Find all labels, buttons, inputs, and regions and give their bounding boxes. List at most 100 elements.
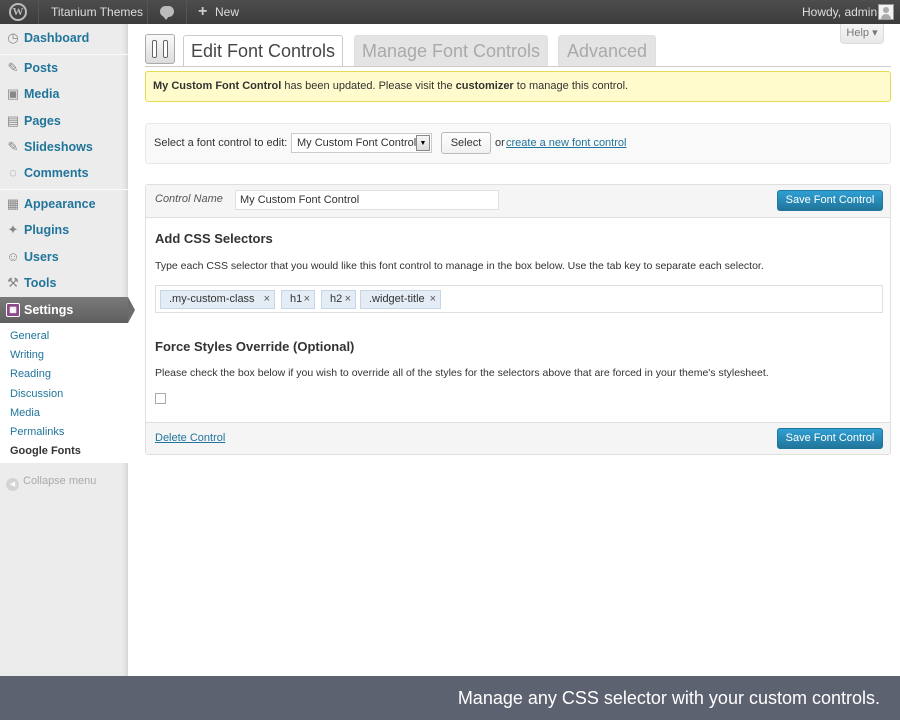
sidebar-item-plugins[interactable]: ✦ Plugins [0, 217, 128, 243]
remove-tag-icon[interactable]: × [304, 291, 310, 308]
sidebar-item-tools[interactable]: ⚒ Tools [0, 270, 128, 296]
customizer-link[interactable]: customizer [456, 80, 514, 92]
sidebar-item-label: Media [24, 87, 60, 101]
site-name-link[interactable]: Titanium Themes [51, 0, 143, 24]
sidebar-item-label: Slideshows [24, 140, 93, 154]
plus-icon: + [198, 3, 208, 20]
admin-bar-divider [38, 0, 39, 24]
submenu-item-media[interactable]: Media [10, 407, 40, 419]
admin-bar-divider [186, 0, 187, 24]
tools-icon: ⚒ [7, 275, 19, 290]
submenu-item-general[interactable]: General [10, 330, 49, 342]
remove-tag-icon[interactable]: × [345, 291, 351, 308]
pin-icon: ✎ [7, 60, 19, 75]
selector-tag[interactable]: .widget-title × [360, 290, 441, 309]
font-controls-page-icon [145, 34, 175, 64]
tab-advanced[interactable]: Advanced [558, 35, 656, 66]
remove-tag-icon[interactable]: × [430, 291, 436, 308]
tab-divider [145, 66, 891, 67]
new-content-link[interactable]: New [215, 0, 239, 24]
media-icon: ▣ [6, 86, 20, 101]
slideshow-icon: ✎ [7, 139, 19, 154]
sidebar-item-label: Pages [24, 114, 61, 128]
submenu-item-reading[interactable]: Reading [10, 368, 51, 380]
sidebar-item-media[interactable]: ▣ Media [0, 81, 128, 107]
settings-submenu: General Writing Reading Discussion Media… [0, 323, 128, 463]
selector-tag-label: .widget-title [369, 293, 425, 305]
notice-text: has been updated. Please visit the [284, 80, 453, 92]
selector-tag[interactable]: h2 × [321, 290, 356, 309]
select-label: Select a font control to edit: [154, 137, 288, 149]
css-selectors-input[interactable]: .my-custom-class × h1 × h2 × .widget-tit… [155, 285, 883, 313]
collapse-menu-button[interactable]: ◀ Collapse menu [6, 475, 96, 491]
sidebar-item-label: Tools [24, 276, 57, 290]
admin-bar: W Titanium Themes + New Howdy, admin [0, 0, 900, 24]
admin-sidebar: ◷ Dashboard ✎ Posts ▣ Media ▤ Pages ✎ Sl… [0, 24, 135, 676]
delete-control-link[interactable]: Delete Control [155, 432, 225, 444]
save-font-control-button[interactable]: Save Font Control [777, 190, 883, 211]
sidebar-item-label: Posts [24, 61, 59, 75]
sidebar-item-settings[interactable]: ▦ Settings [0, 297, 135, 323]
plugin-icon: ✦ [7, 222, 19, 237]
menu-separator [0, 189, 128, 190]
force-override-description: Please check the box below if you wish t… [155, 367, 769, 379]
save-font-control-button[interactable]: Save Font Control [777, 428, 883, 449]
css-selectors-description: Type each CSS selector that you would li… [155, 260, 764, 272]
selector-tag[interactable]: .my-custom-class × [160, 290, 275, 309]
create-font-control-link[interactable]: create a new font control [506, 137, 626, 149]
notice-control-name: My Custom Font Control [153, 80, 282, 92]
comments-icon[interactable] [160, 6, 174, 20]
tab-edit-font-controls[interactable]: Edit Font Controls [183, 35, 343, 67]
submenu-item-permalinks[interactable]: Permalinks [10, 426, 64, 438]
collapse-arrow-icon: ◀ [6, 478, 19, 491]
remove-tag-icon[interactable]: × [264, 291, 270, 308]
sidebar-item-label: Plugins [24, 223, 70, 237]
avatar[interactable] [878, 4, 894, 20]
selector-tag[interactable]: h1 × [281, 290, 315, 309]
font-control-selector: Select a font control to edit: My Custom… [145, 123, 891, 164]
notice-text: to manage this control. [516, 80, 629, 92]
users-icon: ☺ [6, 249, 20, 264]
control-name-label: Control Name [155, 193, 223, 205]
editor-footer: Delete Control Save Font Control [146, 422, 890, 454]
admin-bar-divider [147, 0, 148, 24]
help-tab[interactable]: Help ▾ [840, 24, 884, 44]
sidebar-item-posts[interactable]: ✎ Posts [0, 55, 128, 81]
sidebar-item-slideshows[interactable]: ✎ Slideshows [0, 134, 128, 160]
sidebar-item-appearance[interactable]: ▦ Appearance [0, 191, 128, 217]
sidebar-item-comments[interactable]: ◌ Comments [0, 160, 128, 186]
dropdown-value: My Custom Font Control [297, 137, 417, 149]
collapse-menu-label: Collapse menu [23, 475, 97, 487]
sidebar-item-label: Users [24, 250, 59, 264]
submenu-item-writing[interactable]: Writing [10, 349, 44, 361]
wordpress-logo-icon[interactable]: W [9, 3, 27, 21]
font-control-dropdown[interactable]: My Custom Font Control ▼ [291, 133, 432, 153]
select-button[interactable]: Select [441, 132, 491, 154]
update-notice: My Custom Font Control has been updated.… [145, 71, 891, 102]
tab-manage-font-controls[interactable]: Manage Font Controls [354, 35, 548, 66]
submenu-item-google-fonts[interactable]: Google Fonts [10, 445, 81, 457]
sidebar-item-label: Appearance [24, 197, 96, 211]
user-greeting[interactable]: Howdy, admin [802, 0, 877, 24]
css-selectors-title: Add CSS Selectors [155, 231, 273, 246]
selector-tag-label: h1 [290, 293, 303, 305]
appearance-icon: ▦ [6, 196, 20, 211]
force-override-checkbox[interactable] [155, 393, 166, 404]
selector-tag-label: h2 [330, 293, 343, 305]
font-control-editor: Control Name My Custom Font Control Save… [145, 184, 891, 455]
sidebar-item-label: Dashboard [24, 31, 90, 45]
submenu-item-discussion[interactable]: Discussion [10, 388, 63, 400]
sidebar-item-dashboard[interactable]: ◷ Dashboard [0, 25, 128, 51]
settings-icon: ▦ [6, 303, 20, 317]
dashboard-icon: ◷ [7, 30, 19, 45]
sidebar-item-label: Comments [24, 166, 89, 180]
sidebar-item-users[interactable]: ☺ Users [0, 244, 128, 270]
dropdown-arrow-icon[interactable]: ▼ [416, 135, 430, 151]
control-name-input[interactable]: My Custom Font Control [235, 190, 499, 210]
sidebar-item-pages[interactable]: ▤ Pages [0, 108, 128, 134]
slider-bar-icon [152, 40, 157, 58]
editor-header: Control Name My Custom Font Control Save… [146, 185, 890, 218]
slider-bar-icon [163, 40, 168, 58]
comment-icon: ◌ [9, 165, 17, 180]
or-label: or [495, 137, 505, 149]
